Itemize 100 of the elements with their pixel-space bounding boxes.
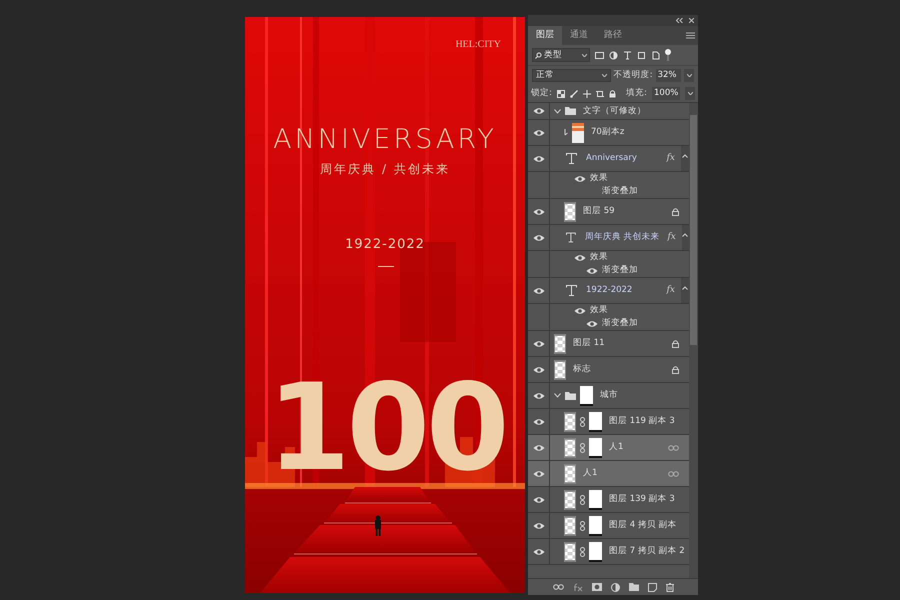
eye-icon[interactable] [574,254,586,262]
lock-icon[interactable] [608,90,616,98]
fill-field[interactable]: 100% [652,87,680,100]
eye-icon[interactable] [532,234,544,242]
layer-row[interactable]: 文字（可修改） [528,103,689,120]
eye-icon[interactable] [532,548,544,556]
menu-icon[interactable] [686,32,695,39]
layer-name[interactable]: 图层 11 [573,337,605,350]
shape-filter-icon[interactable] [637,50,646,60]
fx-icon[interactable] [572,582,582,592]
link-layers-icon[interactable] [552,584,564,590]
effect-name[interactable]: 渐变叠加 [602,264,638,277]
layer-row[interactable]: 图层 59 [528,199,689,225]
layer-row[interactable]: 图层 139 副本 3 [528,487,689,513]
eye-icon[interactable] [532,286,544,294]
blend-mode-dropdown[interactable]: 正常 [532,69,611,82]
pixel-filter-icon[interactable] [595,50,604,60]
years-text: 1922-2022 [345,236,425,254]
move-icon[interactable] [582,90,591,98]
eye-icon[interactable] [532,418,544,426]
filter-dropdown[interactable]: 类型 [532,48,590,62]
layer-name[interactable]: 图层 4 拷贝 副本 [609,519,677,532]
caret-icon[interactable] [554,108,561,114]
layer-name[interactable]: 城市 [600,389,618,402]
adjustment-icon[interactable] [610,582,620,592]
layer-row[interactable]: 图层 119 副本 3 [528,409,689,435]
layer-row[interactable]: 图层 7 拷贝 副本 2 [528,539,689,565]
eye-icon[interactable] [532,444,544,452]
layer-name[interactable]: 图层 119 副本 3 [609,415,675,428]
layer-name[interactable]: 1922-2022 [586,284,632,297]
brush-icon[interactable] [570,90,578,98]
eye-icon[interactable] [532,496,544,504]
fx-label[interactable]: fx [667,230,676,244]
layer-row[interactable]: 标志 [528,357,689,383]
eye-icon[interactable] [574,306,586,314]
layer-name[interactable]: 人1 [609,441,624,454]
panel-tab[interactable]: 路径 [596,26,630,45]
folder-icon [565,107,576,115]
layer-name[interactable]: 图层 139 副本 3 [609,493,675,506]
collapse-caret-icon[interactable] [682,286,688,290]
eye-icon[interactable] [586,320,598,328]
panel-tab[interactable]: 图层 [528,26,562,45]
opacity-dropdown[interactable] [684,69,694,82]
filter-toggle-icon[interactable] [665,49,671,61]
trash-icon[interactable] [666,582,674,592]
adjustment-filter-icon[interactable] [609,50,618,60]
eye-icon[interactable] [586,266,598,274]
scrollbar[interactable] [689,103,698,578]
layer-thumbnail [564,464,576,484]
artboard-icon[interactable] [596,90,604,98]
fx-label[interactable]: fx [666,284,675,298]
layer-name[interactable]: Anniversary [586,152,637,165]
eye-icon[interactable] [532,154,544,162]
caret-icon[interactable] [554,393,561,398]
fx-label[interactable]: fx [666,152,675,166]
eye-icon[interactable] [532,107,544,115]
eye-icon[interactable] [532,128,544,136]
layer-name[interactable]: 图层 59 [583,205,615,218]
mask-icon[interactable] [592,583,602,591]
folder-icon[interactable] [628,583,638,591]
panel-tab[interactable]: 通道 [562,26,596,45]
layer-name[interactable]: 人1 [583,467,598,480]
effect-name[interactable]: 渐变叠加 [602,185,638,198]
layer-row[interactable]: 人1 [528,435,689,461]
layer-thumbnail [572,122,584,142]
effects-label: 效果 [590,304,608,317]
fill-dropdown[interactable] [685,87,695,100]
dropdown-caret-icon [582,54,587,56]
eye-icon[interactable] [532,340,544,348]
new-layer-icon[interactable] [648,582,656,592]
collapse-caret-icon[interactable] [682,233,688,237]
eye-icon[interactable] [532,366,544,374]
layer-thumbnail [564,490,576,510]
layer-name[interactable]: 70副本z [591,126,624,139]
layer-row[interactable]: 周年庆典 共创未来 fx [528,225,689,251]
lock-transparency-icon[interactable] [556,90,565,98]
layer-name[interactable]: 图层 7 拷贝 副本 2 [609,545,685,558]
layer-name[interactable]: 文字（可修改） [583,104,646,118]
close-icon[interactable] [689,18,694,23]
collapse-caret-icon[interactable] [682,154,688,158]
layer-name[interactable]: 标志 [573,363,591,376]
layer-row[interactable]: 70副本z [528,120,689,146]
smart-object-filter-icon[interactable] [651,50,660,60]
layer-row[interactable]: 人1 [528,461,689,487]
eye-icon[interactable] [532,522,544,530]
layer-row[interactable]: 图层 4 拷贝 副本 [528,513,689,539]
type-filter-icon[interactable] [623,50,632,60]
layer-name[interactable]: 周年庆典 共创未来 [584,231,660,244]
eye-icon[interactable] [532,208,544,216]
eye-icon[interactable] [574,174,586,182]
layer-row[interactable]: 图层 11 [528,331,689,357]
layer-row[interactable]: 城市 [528,383,689,409]
collapse-panel-icon[interactable] [676,18,683,23]
effect-name[interactable]: 渐变叠加 [602,317,638,330]
opacity-field[interactable]: 32% [656,69,682,82]
eye-icon[interactable] [532,470,544,478]
layer-row[interactable]: 1922-2022 fx [528,278,689,304]
layer-thumbnail [564,202,576,222]
eye-icon[interactable] [532,392,544,400]
layer-row[interactable]: Anniversary fx [528,146,689,172]
